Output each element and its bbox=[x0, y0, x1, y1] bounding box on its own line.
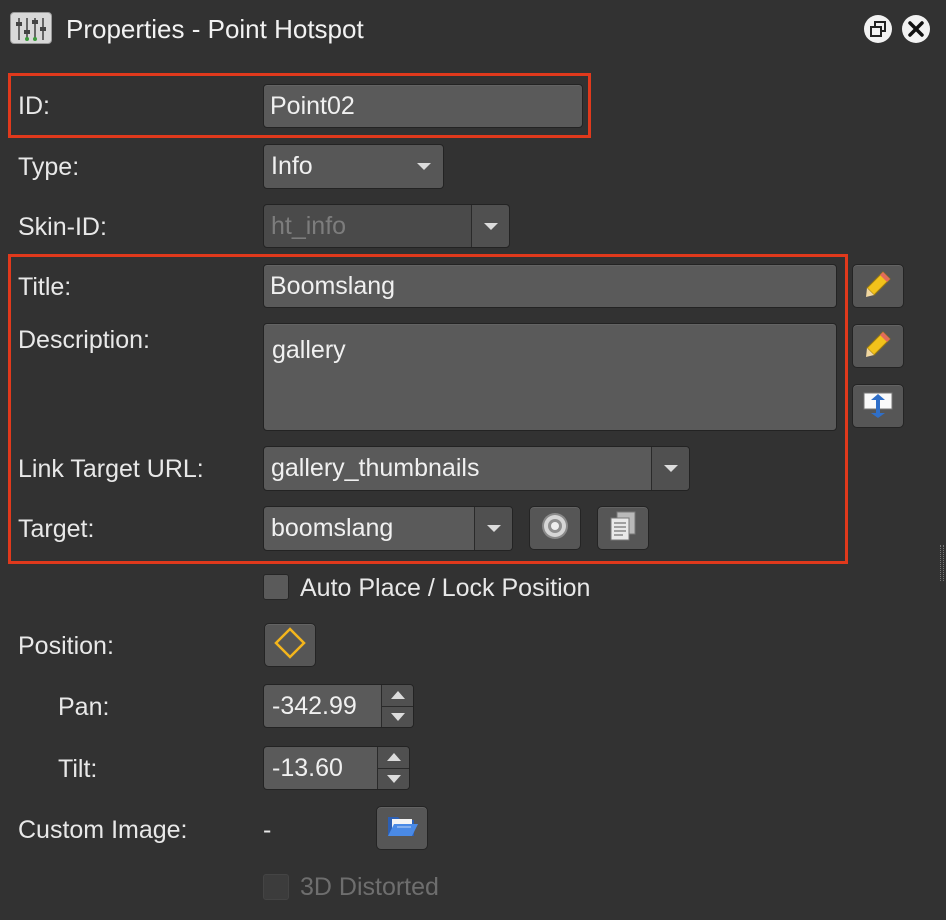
pan-decrement-button[interactable] bbox=[382, 707, 413, 728]
distorted-checkbox[interactable] bbox=[263, 874, 289, 900]
custom-image-value: - bbox=[263, 816, 272, 844]
skin-id-combo[interactable]: ht_info bbox=[263, 204, 510, 248]
open-image-button[interactable] bbox=[376, 806, 428, 850]
pan-label: Pan: bbox=[58, 693, 110, 721]
resize-vertical-icon bbox=[861, 389, 895, 424]
expand-description-button[interactable] bbox=[852, 384, 904, 428]
target-combo[interactable]: boomslang bbox=[263, 506, 513, 551]
target-circle-icon bbox=[540, 511, 570, 546]
tilt-value: -13.60 bbox=[272, 753, 343, 782]
pencil-icon bbox=[863, 329, 893, 364]
id-label: ID: bbox=[18, 92, 50, 120]
auto-place-checkbox[interactable] bbox=[263, 574, 289, 600]
tilt-decrement-button[interactable] bbox=[378, 769, 409, 790]
sliders-icon bbox=[10, 12, 52, 44]
type-select-value: Info bbox=[271, 152, 313, 180]
folder-open-icon bbox=[385, 812, 419, 845]
chevron-down-icon bbox=[405, 145, 443, 188]
close-circle-icon[interactable] bbox=[902, 15, 930, 43]
position-label: Position: bbox=[18, 632, 114, 660]
tilt-increment-button[interactable] bbox=[378, 747, 409, 769]
type-label: Type: bbox=[18, 153, 80, 181]
pan-spinbox[interactable]: -342.99 bbox=[263, 684, 414, 728]
pick-position-button[interactable] bbox=[264, 623, 316, 667]
link-url-value: gallery_thumbnails bbox=[271, 454, 480, 482]
edit-title-button[interactable] bbox=[852, 264, 904, 308]
skin-id-value: ht_info bbox=[271, 211, 347, 240]
type-select[interactable]: Info bbox=[263, 144, 444, 189]
chevron-down-icon[interactable] bbox=[474, 507, 512, 550]
pan-increment-button[interactable] bbox=[382, 685, 413, 707]
pan-value: -342.99 bbox=[272, 691, 357, 720]
target-picker-button[interactable] bbox=[529, 506, 581, 550]
skin-id-label: Skin-ID: bbox=[18, 213, 107, 241]
title-label: Title: bbox=[18, 273, 72, 301]
description-text: gallery bbox=[272, 336, 346, 364]
link-url-combo[interactable]: gallery_thumbnails bbox=[263, 446, 690, 491]
tilt-label: Tilt: bbox=[58, 755, 98, 783]
title-input[interactable]: Boomslang bbox=[263, 264, 837, 308]
tilt-spinbox[interactable]: -13.60 bbox=[263, 746, 410, 790]
chevron-down-icon[interactable] bbox=[651, 447, 689, 490]
distorted-label: 3D Distorted bbox=[300, 873, 439, 901]
copy-document-icon bbox=[608, 510, 638, 547]
resize-grip[interactable] bbox=[940, 545, 944, 581]
link-url-label: Link Target URL: bbox=[18, 455, 204, 483]
custom-image-label: Custom Image: bbox=[18, 816, 188, 844]
edit-description-button[interactable] bbox=[852, 324, 904, 368]
window-title: Properties - Point Hotspot bbox=[66, 14, 364, 44]
pencil-icon bbox=[863, 269, 893, 304]
window-restore-icon[interactable] bbox=[864, 15, 892, 43]
description-textarea[interactable]: gallery bbox=[263, 323, 837, 431]
copy-target-button[interactable] bbox=[597, 506, 649, 550]
target-label: Target: bbox=[18, 515, 95, 543]
description-label: Description: bbox=[18, 326, 150, 354]
diamond-icon bbox=[274, 626, 306, 664]
id-input[interactable]: Point02 bbox=[263, 84, 583, 128]
chevron-down-icon[interactable] bbox=[471, 205, 509, 247]
auto-place-label: Auto Place / Lock Position bbox=[300, 574, 591, 602]
title-bar: Properties - Point Hotspot bbox=[0, 0, 946, 58]
target-value: boomslang bbox=[271, 514, 394, 542]
